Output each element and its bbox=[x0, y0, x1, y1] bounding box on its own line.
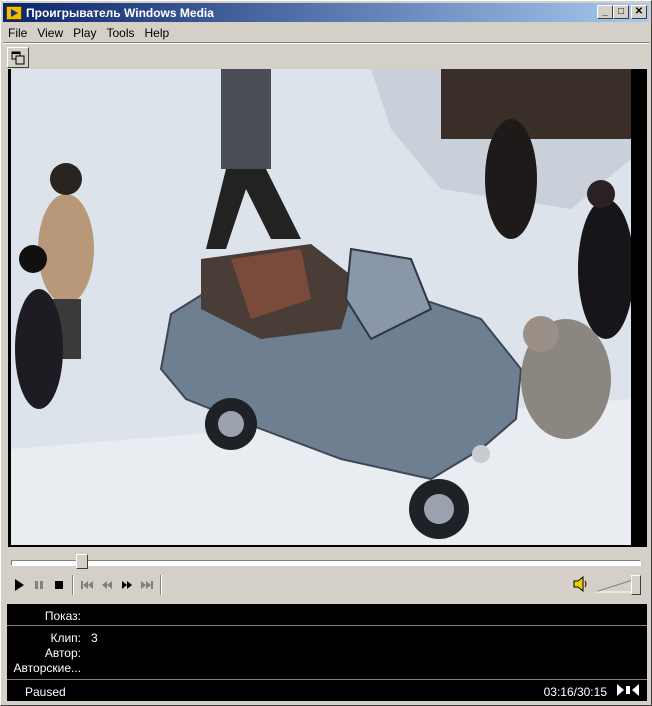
media-player-window: Проигрыватель Windows Media _ □ ✕ File V… bbox=[0, 0, 652, 706]
fast-forward-button[interactable] bbox=[117, 574, 137, 596]
window-title: Проигрыватель Windows Media bbox=[26, 5, 214, 20]
stream-status-icon bbox=[617, 683, 641, 697]
info-panel: Показ: Клип: 3 Автор: Авторские... Pause… bbox=[7, 604, 647, 701]
transport-controls bbox=[9, 573, 165, 597]
clip-label: Клип: bbox=[50, 631, 81, 645]
toolbar-divider bbox=[3, 42, 649, 44]
status-bar: Paused 03:16/30:15 bbox=[7, 679, 647, 701]
speaker-icon bbox=[573, 575, 587, 593]
show-label: Показ: bbox=[44, 609, 81, 623]
close-button[interactable]: ✕ bbox=[631, 5, 647, 19]
seek-thumb[interactable] bbox=[76, 554, 89, 569]
rewind-icon bbox=[102, 581, 112, 589]
skip-forward-button[interactable] bbox=[137, 574, 157, 596]
playback-status: Paused bbox=[25, 685, 66, 699]
maximize-button[interactable]: □ bbox=[613, 5, 629, 19]
window-controls: _ □ ✕ bbox=[597, 5, 647, 19]
rewind-button[interactable] bbox=[97, 574, 117, 596]
compact-mode-button[interactable] bbox=[7, 47, 29, 68]
menu-bar: File View Play Tools Help bbox=[3, 23, 174, 42]
menu-play[interactable]: Play bbox=[68, 26, 101, 40]
play-button[interactable] bbox=[9, 574, 29, 596]
menu-file[interactable]: File bbox=[3, 26, 32, 40]
skip-back-button[interactable] bbox=[77, 574, 97, 596]
fast-forward-icon bbox=[122, 581, 132, 589]
controls-divider bbox=[72, 575, 74, 595]
copyright-label: Авторские... bbox=[13, 661, 81, 675]
author-label: Автор: bbox=[44, 646, 81, 660]
controls-divider bbox=[160, 575, 162, 595]
skip-forward-icon bbox=[141, 581, 153, 589]
video-display[interactable] bbox=[8, 69, 647, 547]
stop-icon bbox=[55, 581, 63, 589]
play-icon bbox=[15, 579, 24, 591]
menu-view[interactable]: View bbox=[32, 26, 68, 40]
menu-help[interactable]: Help bbox=[140, 26, 175, 40]
stop-button[interactable] bbox=[49, 574, 69, 596]
title-bar[interactable]: Проигрыватель Windows Media _ □ ✕ bbox=[3, 3, 649, 22]
compact-mode-icon bbox=[11, 51, 25, 64]
mute-button[interactable] bbox=[573, 575, 589, 594]
clip-value: 3 bbox=[91, 631, 98, 645]
menu-tools[interactable]: Tools bbox=[101, 26, 139, 40]
time-display: 03:16/30:15 bbox=[543, 685, 607, 699]
pause-button[interactable] bbox=[29, 574, 49, 596]
skip-back-icon bbox=[81, 581, 93, 589]
video-frame-image bbox=[11, 69, 634, 545]
pause-icon bbox=[35, 581, 43, 589]
volume-thumb[interactable] bbox=[631, 575, 641, 595]
show-row: Показ: bbox=[7, 604, 647, 626]
seek-bar[interactable] bbox=[11, 560, 641, 566]
video-border bbox=[631, 69, 647, 547]
media-player-icon[interactable] bbox=[6, 5, 22, 20]
minimize-button[interactable]: _ bbox=[597, 5, 613, 19]
